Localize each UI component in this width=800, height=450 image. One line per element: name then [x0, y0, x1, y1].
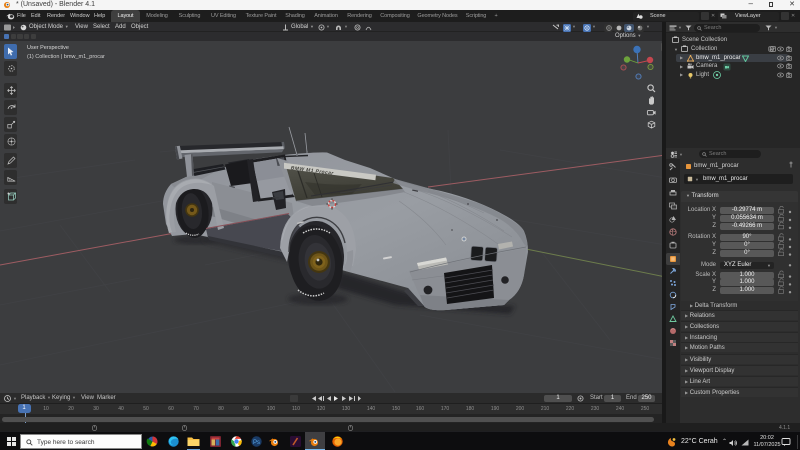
svg-text:Ps: Ps [253, 440, 260, 446]
